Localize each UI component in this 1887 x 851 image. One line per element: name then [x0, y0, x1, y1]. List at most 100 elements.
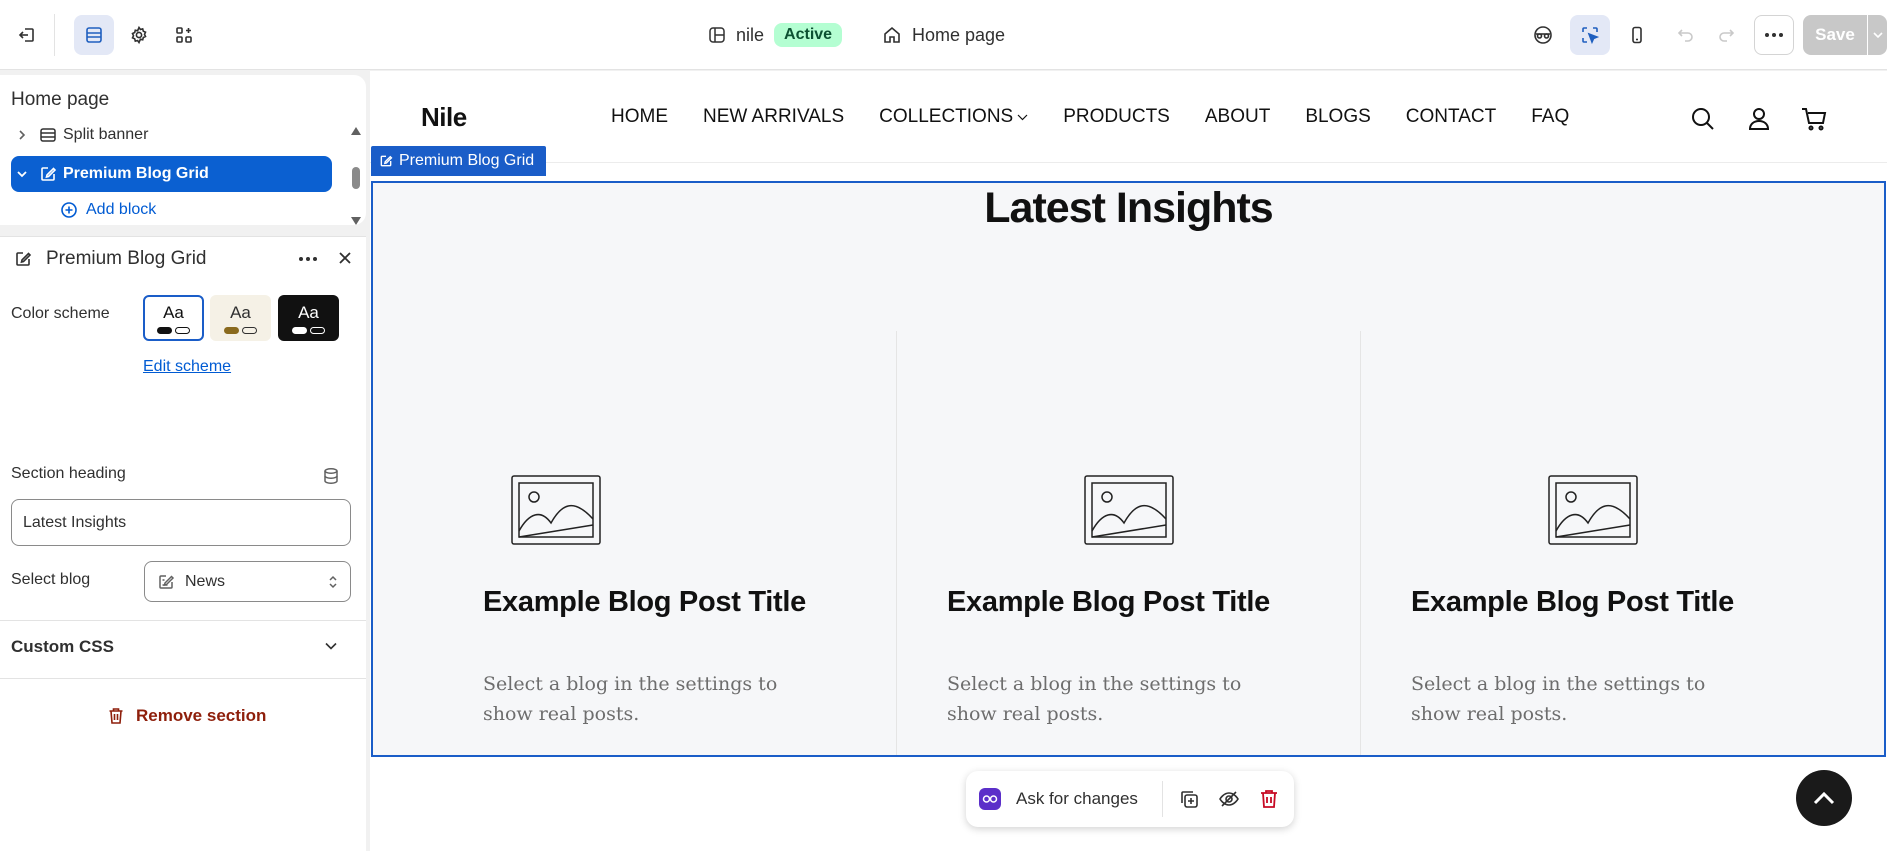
page-selector[interactable]: Home page	[882, 22, 1005, 48]
post-title[interactable]: Example Blog Post Title	[947, 586, 1270, 619]
chevron-down-icon[interactable]	[11, 169, 33, 179]
undo-icon[interactable]	[1666, 15, 1706, 55]
inspector-icon[interactable]	[1570, 15, 1610, 55]
section-heading-label: Section heading	[11, 465, 126, 482]
more-actions-icon[interactable]	[1754, 15, 1794, 55]
post-title[interactable]: Example Blog Post Title	[1411, 586, 1734, 619]
store-name: nile	[736, 24, 765, 45]
theme-settings-icon[interactable]	[119, 15, 159, 55]
section-tree: Home page Split banner Premium Blog Grid	[0, 75, 366, 225]
section-heading: Latest Insights	[984, 184, 1273, 232]
post-excerpt: Select a blog in the settings to show re…	[947, 673, 1242, 725]
nav-faq[interactable]: FAQ	[1531, 106, 1569, 128]
store-nav: HOME NEW ARRIVALS COLLECTIONS PRODUCTS A…	[611, 106, 1604, 128]
section-settings-panel: Premium Blog Grid Color scheme Aa Aa Aa …	[0, 236, 366, 851]
divider	[1162, 781, 1163, 817]
customer-view-icon[interactable]	[1523, 15, 1563, 55]
delete-icon[interactable]	[1259, 788, 1283, 812]
section-label-tag[interactable]: Premium Blog Grid	[371, 146, 547, 176]
remove-section-button[interactable]: Remove section	[108, 706, 266, 726]
nav-blogs[interactable]: BLOGS	[1305, 106, 1370, 128]
ai-action-bar: Ask for changes	[966, 771, 1294, 827]
chevron-up-icon	[1813, 791, 1835, 805]
back-to-top-button[interactable]	[1796, 770, 1852, 826]
edit-section-icon	[33, 165, 63, 183]
nav-new-arrivals[interactable]: NEW ARRIVALS	[703, 106, 844, 128]
chevron-down-icon[interactable]	[325, 642, 337, 650]
nav-contact[interactable]: CONTACT	[1406, 106, 1496, 128]
sidebar: Home page Split banner Premium Blog Grid	[0, 71, 367, 851]
nav-collections[interactable]: COLLECTIONS	[879, 106, 1028, 128]
save-options-chevron-icon[interactable]	[1868, 15, 1887, 55]
tree-scrollbar[interactable]	[350, 127, 362, 225]
trash-icon	[108, 707, 124, 725]
nav-products[interactable]: PRODUCTS	[1063, 106, 1170, 128]
hide-icon[interactable]	[1218, 788, 1242, 812]
store-logo[interactable]: Nile	[421, 102, 467, 133]
more-options-icon[interactable]	[298, 256, 318, 262]
blog-card[interactable]: Example Blog Post Title Select a blog in…	[373, 331, 837, 755]
store-info[interactable]: nile Active	[708, 22, 843, 48]
section-heading-input[interactable]: Latest Insights	[11, 499, 351, 546]
scheme-sample: Aa	[163, 302, 184, 322]
section-tag-label: Premium Blog Grid	[399, 152, 535, 169]
sections-icon[interactable]	[74, 15, 114, 55]
select-blog-dropdown[interactable]: News	[144, 561, 351, 602]
scheme-sample: Aa	[298, 302, 319, 322]
redo-icon[interactable]	[1706, 15, 1746, 55]
edit-section-icon	[14, 250, 32, 268]
close-icon[interactable]	[337, 250, 353, 266]
tree-item-split-banner[interactable]: Split banner	[11, 121, 332, 149]
scheme-swatches	[157, 326, 190, 334]
apps-icon[interactable]	[164, 15, 204, 55]
scheme-sample: Aa	[230, 302, 251, 322]
store-icon	[708, 26, 726, 44]
cart-icon[interactable]	[1800, 105, 1828, 133]
color-scheme-option-3[interactable]: Aa	[278, 295, 339, 341]
color-scheme-option-1[interactable]: Aa	[143, 295, 204, 341]
add-block-button[interactable]: Add block	[60, 201, 156, 219]
post-title[interactable]: Example Blog Post Title	[483, 586, 806, 619]
add-block-label: Add block	[86, 201, 157, 218]
image-placeholder-icon	[511, 475, 601, 545]
account-icon[interactable]	[1745, 105, 1773, 133]
edit-scheme-link[interactable]: Edit scheme	[143, 358, 231, 376]
search-icon[interactable]	[1689, 105, 1717, 133]
blog-card[interactable]: Example Blog Post Title Select a blog in…	[1360, 331, 1824, 755]
remove-section-label: Remove section	[136, 706, 267, 725]
scheme-swatches	[224, 326, 257, 334]
nav-about[interactable]: ABOUT	[1205, 106, 1270, 128]
custom-css-toggle[interactable]: Custom CSS	[11, 637, 114, 657]
divider	[0, 678, 366, 679]
save-button[interactable]: Save	[1803, 15, 1867, 55]
blog-icon	[157, 573, 175, 591]
nav-home[interactable]: HOME	[611, 106, 668, 128]
blog-card[interactable]: Example Blog Post Title Select a blog in…	[896, 331, 1360, 755]
top-bar: nile Active Home page Save	[0, 0, 1887, 70]
mobile-preview-icon[interactable]	[1617, 15, 1657, 55]
chevron-down-icon	[1017, 113, 1028, 121]
exit-icon[interactable]	[7, 15, 47, 55]
color-scheme-option-2[interactable]: Aa	[210, 295, 271, 341]
dynamic-source-icon[interactable]	[322, 467, 340, 485]
edit-section-icon	[379, 154, 393, 168]
settings-title: Premium Blog Grid	[46, 248, 207, 269]
blog-grid-section[interactable]: Latest Insights Example Blog Post Title …	[371, 181, 1886, 757]
section-icon	[33, 126, 63, 144]
duplicate-icon[interactable]	[1178, 788, 1202, 812]
page-name: Home page	[912, 24, 1006, 45]
image-placeholder-icon	[1548, 475, 1638, 545]
tree-item-premium-blog-grid[interactable]: Premium Blog Grid	[11, 156, 332, 192]
store-preview: Nile HOME NEW ARRIVALS COLLECTIONS PRODU…	[370, 71, 1887, 851]
chevron-right-icon[interactable]	[11, 129, 33, 141]
select-arrows-icon	[328, 573, 338, 591]
post-excerpt: Select a blog in the settings to show re…	[483, 673, 778, 725]
ask-for-changes-button[interactable]: Ask for changes	[1016, 789, 1138, 809]
color-scheme-label: Color scheme	[11, 305, 110, 322]
image-placeholder-icon	[1084, 475, 1174, 545]
nav-collections-label: COLLECTIONS	[879, 106, 1014, 127]
home-icon	[882, 25, 902, 45]
settings-header: Premium Blog Grid	[0, 237, 366, 281]
toolbar-divider	[54, 14, 55, 56]
divider	[0, 620, 366, 621]
